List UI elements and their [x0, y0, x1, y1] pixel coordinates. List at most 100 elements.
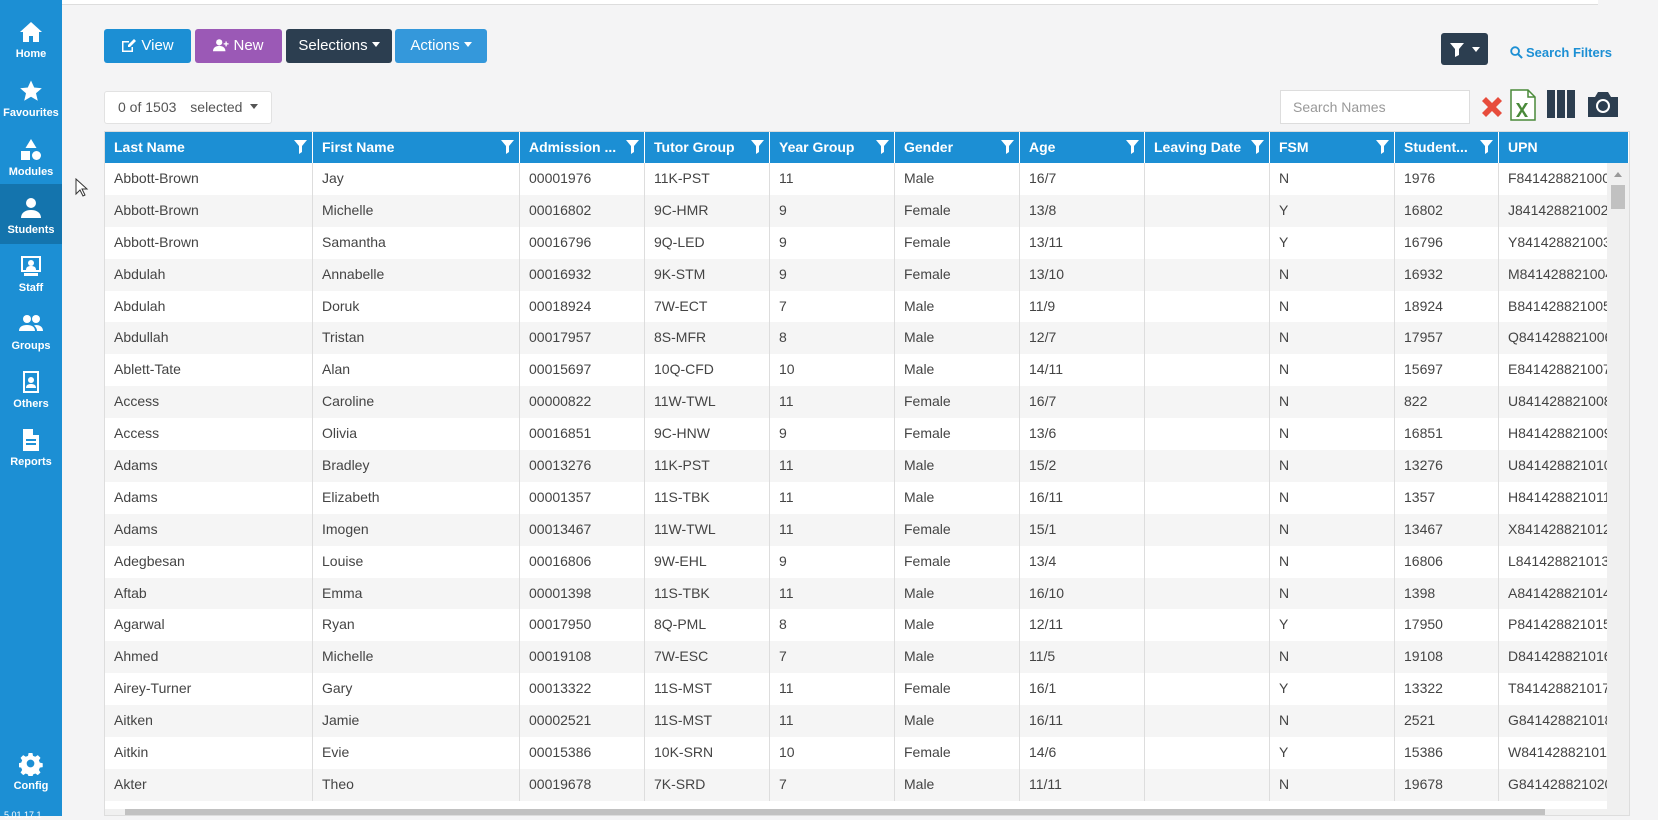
table-row[interactable]: Adams Imogen 00013467 11W-TWL 11 Female 15/1 N 1…: [105, 513, 1629, 546]
nav-modules[interactable]: Modules: [0, 126, 62, 186]
filter-dropdown-button[interactable]: [1441, 33, 1488, 65]
column-header-fsm[interactable]: FSM: [1270, 132, 1395, 163]
cell-age: 12/7: [1020, 322, 1145, 355]
vertical-scrollbar[interactable]: [1607, 163, 1629, 813]
table-row[interactable]: Ablett-Tate Alan 00015697 10Q-CFD 10 Male 14/1…: [105, 354, 1629, 387]
nav-groups[interactable]: Groups: [0, 300, 62, 360]
search-names-input[interactable]: [1280, 90, 1470, 124]
grid-body: Abbott-Brown Jay 00001976 11K-PST 11 Male 16/7…: [105, 163, 1629, 801]
table-row[interactable]: Agarwal Ryan 00017950 8Q-PML 8 Male 12/11 Y 1795…: [105, 609, 1629, 642]
cell-student-id: 2521: [1395, 705, 1499, 738]
table-row[interactable]: Abbott-Brown Samantha 00016796 9Q-LED 9 Femal…: [105, 226, 1629, 259]
actions-button[interactable]: Actions: [395, 29, 487, 63]
filter-icon[interactable]: [751, 140, 764, 154]
table-row[interactable]: Ahmed Michelle 00019108 7W-ESC 7 Male 11/5 N 191…: [105, 641, 1629, 674]
column-header-label: UPN: [1508, 139, 1538, 155]
selection-count-dropdown[interactable]: 0 of 1503 selected: [104, 91, 272, 124]
column-header-student-id[interactable]: Student...: [1395, 132, 1499, 163]
cell-leaving-date: [1145, 226, 1270, 259]
column-header-age[interactable]: Age: [1020, 132, 1145, 163]
columns-icon[interactable]: [1545, 88, 1577, 120]
nav-config[interactable]: Config: [0, 740, 62, 800]
nav-favourites[interactable]: Favourites: [0, 67, 62, 127]
cell-fsm: N: [1270, 481, 1395, 514]
table-row[interactable]: Adegbesan Louise 00016806 9W-EHL 9 Female 13/4…: [105, 545, 1629, 578]
excel-icon[interactable]: [1508, 88, 1538, 122]
cell-fsm: N: [1270, 163, 1395, 195]
cell-admission-number: 00016802: [520, 194, 645, 227]
column-header-last-name[interactable]: Last Name: [105, 132, 313, 163]
filter-icon[interactable]: [294, 140, 307, 154]
column-header-admission-number[interactable]: Admission ...: [520, 132, 645, 163]
cell-first-name: Annabelle: [313, 258, 520, 291]
table-row[interactable]: Aftab Emma 00001398 11S-TBK 11 Male 16/10 N 1398…: [105, 577, 1629, 610]
table-row[interactable]: Akter Theo 00019678 7K-SRD 7 Male 11/11 N 19678 G…: [105, 768, 1629, 801]
column-header-first-name[interactable]: First Name: [313, 132, 520, 163]
cell-tutor-group: 9Q-LED: [645, 226, 770, 259]
scroll-up-icon[interactable]: [1607, 167, 1629, 181]
filter-icon[interactable]: [1001, 140, 1014, 154]
filter-icon[interactable]: [1480, 140, 1493, 154]
chevron-down-icon: [250, 104, 259, 109]
column-header-label: Student...: [1404, 139, 1468, 155]
nav-students[interactable]: Students: [0, 184, 62, 244]
column-header-leaving-date[interactable]: Leaving Date: [1145, 132, 1270, 163]
cell-leaving-date: [1145, 163, 1270, 195]
cell-gender: Male: [895, 163, 1020, 195]
table-row[interactable]: Adams Bradley 00013276 11K-PST 11 Male 15/2 N 13…: [105, 450, 1629, 482]
vertical-scroll-thumb[interactable]: [1611, 185, 1625, 209]
new-button[interactable]: New: [195, 29, 282, 63]
horizontal-scroll-thumb[interactable]: [125, 809, 1545, 815]
cell-student-id: 15386: [1395, 737, 1499, 769]
table-row[interactable]: Abdulah Doruk 00018924 7W-ECT 7 Male 11/9 N 1892…: [105, 290, 1629, 323]
view-button[interactable]: View: [104, 29, 191, 63]
cell-fsm: N: [1270, 768, 1395, 801]
table-row[interactable]: Access Olivia 00016851 9C-HNW 9 Female 13/6 N 16…: [105, 418, 1629, 451]
cell-first-name: Bradley: [313, 450, 520, 482]
table-row[interactable]: Access Caroline 00000822 11W-TWL 11 Female 16/…: [105, 386, 1629, 419]
nav-home[interactable]: Home: [0, 8, 62, 68]
selections-button[interactable]: Selections: [286, 29, 392, 63]
table-row[interactable]: Abbott-Brown Michelle 00016802 9C-HMR 9 Femal…: [105, 194, 1629, 227]
table-row[interactable]: Abdulah Annabelle 00016932 9K-STM 9 Female 13/…: [105, 258, 1629, 291]
cell-year-group: 11: [770, 513, 895, 546]
filter-icon[interactable]: [876, 140, 889, 154]
filter-icon[interactable]: [1126, 140, 1139, 154]
column-header-year-group[interactable]: Year Group: [770, 132, 895, 163]
cell-year-group: 7: [770, 290, 895, 323]
nav-others[interactable]: Others: [0, 358, 62, 418]
nav-staff[interactable]: Staff: [0, 242, 62, 302]
cell-first-name: Michelle: [313, 194, 520, 227]
cell-tutor-group: 9K-STM: [645, 258, 770, 291]
column-header-tutor-group[interactable]: Tutor Group: [645, 132, 770, 163]
cell-fsm: Y: [1270, 673, 1395, 706]
horizontal-scrollbar[interactable]: [105, 809, 1629, 815]
search-filters-link[interactable]: Search Filters: [1510, 45, 1612, 60]
filter-icon[interactable]: [501, 140, 514, 154]
table-row[interactable]: Abdullah Tristan 00017957 8S-MFR 8 Male 12/7 N 1…: [105, 322, 1629, 355]
cell-first-name: Alan: [313, 354, 520, 387]
close-icon[interactable]: [1478, 93, 1506, 121]
cell-leaving-date: [1145, 258, 1270, 291]
cell-year-group: 9: [770, 194, 895, 227]
table-row[interactable]: Aitkin Evie 00015386 10K-SRN 10 Female 14/6 Y 15…: [105, 737, 1629, 769]
filter-icon[interactable]: [1376, 140, 1389, 154]
filter-icon[interactable]: [1251, 140, 1264, 154]
nav-reports[interactable]: Reports: [0, 416, 62, 476]
column-header-upn[interactable]: UPN: [1499, 132, 1629, 163]
filter-icon[interactable]: [626, 140, 639, 154]
cell-age: 16/11: [1020, 481, 1145, 514]
nav-label: Groups: [11, 340, 51, 352]
table-row[interactable]: Aitken Jamie 00002521 11S-MST 11 Male 16/11 N 25…: [105, 705, 1629, 738]
camera-icon[interactable]: [1586, 88, 1620, 120]
cell-leaving-date: [1145, 641, 1270, 674]
table-row[interactable]: Abbott-Brown Jay 00001976 11K-PST 11 Male 16/7…: [105, 163, 1629, 195]
cell-leaving-date: [1145, 513, 1270, 546]
cell-student-id: 13276: [1395, 450, 1499, 482]
table-row[interactable]: Airey-Turner Gary 00013322 11S-MST 11 Female 1…: [105, 673, 1629, 706]
table-row[interactable]: Adams Elizabeth 00001357 11S-TBK 11 Male 16/11…: [105, 481, 1629, 514]
cell-age: 13/10: [1020, 258, 1145, 291]
cell-first-name: Emma: [313, 577, 520, 610]
column-header-gender[interactable]: Gender: [895, 132, 1020, 163]
cell-gender: Male: [895, 322, 1020, 355]
